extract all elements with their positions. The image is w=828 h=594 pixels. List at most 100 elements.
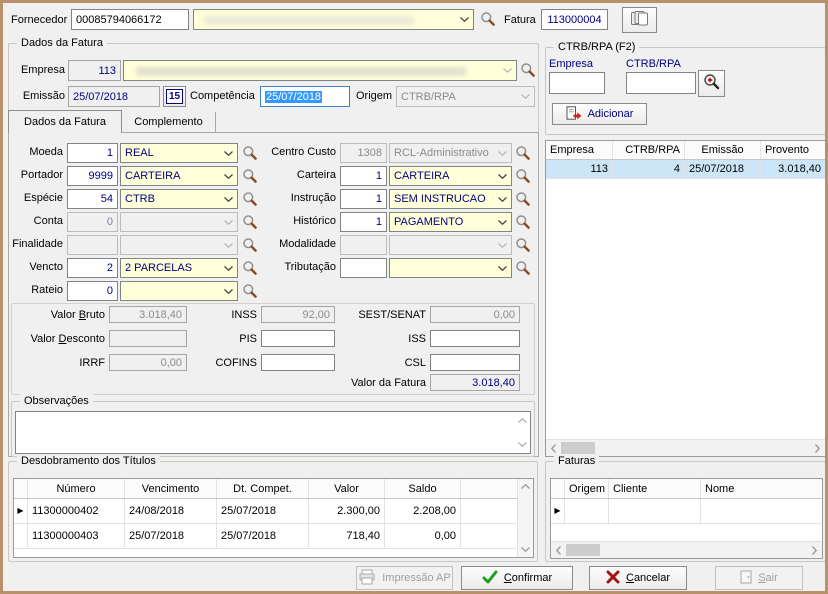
tab-complemento[interactable]: Complemento — [122, 112, 216, 132]
chevron-down-icon[interactable] — [221, 260, 236, 276]
search-icon[interactable] — [242, 283, 258, 299]
pis-input[interactable] — [261, 330, 335, 347]
ctrb-search-button[interactable] — [698, 70, 725, 97]
historico-code-input[interactable]: 1 — [340, 212, 387, 232]
moeda-combo[interactable]: REAL — [120, 143, 238, 163]
ctrb-empresa-input[interactable] — [549, 72, 605, 94]
ctrb-ctrb-input[interactable] — [626, 72, 696, 94]
instrucao-combo[interactable]: SEM INSTRUCAO — [389, 189, 512, 209]
desdobramento-table: Número Vencimento Dt. Compet. Valor Sald… — [13, 478, 534, 558]
scrollbar-thumb[interactable] — [566, 544, 600, 556]
scrollbar-thumb[interactable] — [561, 442, 595, 454]
impressao-ap-label: Impressão AP — [382, 572, 450, 584]
search-icon[interactable] — [520, 62, 536, 78]
col-vencimento[interactable]: Vencimento — [125, 479, 217, 498]
scroll-left-icon[interactable] — [551, 543, 566, 558]
col-numero[interactable]: Número — [28, 479, 125, 498]
scroll-right-icon[interactable] — [807, 543, 822, 558]
table-row[interactable]: ▶ — [551, 499, 822, 524]
scroll-up-icon[interactable] — [515, 413, 530, 428]
table-row[interactable]: ▶ 11300000402 24/08/2018 25/07/2018 2.30… — [14, 499, 533, 524]
cell-nome — [701, 499, 822, 523]
impressao-ap-button[interactable]: Impressão AP — [356, 566, 453, 590]
chevron-down-icon[interactable] — [495, 191, 510, 207]
chevron-down-icon[interactable] — [457, 11, 472, 28]
observacoes-textarea[interactable] — [15, 411, 531, 454]
especie-code-input[interactable]: 54 — [67, 189, 118, 209]
fornecedor-code-input[interactable]: 00085794066172 — [71, 9, 189, 30]
horizontal-scrollbar[interactable] — [551, 541, 822, 558]
table-row[interactable]: 11300000403 25/07/2018 25/07/2018 718,40… — [14, 524, 533, 549]
search-icon[interactable] — [515, 214, 531, 230]
cancelar-button[interactable]: Cancelar — [589, 566, 687, 590]
faturas-group: Faturas Origem Cliente Nome ▶ — [545, 461, 826, 562]
vencto-combo[interactable]: 2 PARCELAS — [120, 258, 238, 278]
vencto-code-input[interactable]: 2 — [67, 258, 118, 278]
col-valor[interactable]: Valor — [309, 479, 385, 498]
tributacao-code-input[interactable] — [340, 258, 387, 278]
search-icon[interactable] — [515, 237, 531, 253]
redacted-text — [204, 16, 414, 25]
col-origem[interactable]: Origem — [565, 479, 609, 498]
chevron-down-icon[interactable] — [221, 145, 236, 161]
portador-code-input[interactable]: 9999 — [67, 166, 118, 186]
scroll-down-icon[interactable] — [515, 437, 530, 452]
carteira-code-input[interactable]: 1 — [340, 166, 387, 186]
fornecedor-name-combo[interactable] — [193, 9, 474, 30]
fatura-number-field[interactable]: 113000004 — [541, 9, 608, 30]
portador-combo[interactable]: CARTEIRA — [120, 166, 238, 186]
rateio-combo[interactable] — [120, 281, 238, 301]
adicionar-button[interactable]: Adicionar — [552, 103, 647, 125]
table-row[interactable]: 113 4 25/07/2018 3.018,40 — [546, 160, 825, 179]
carteira-combo[interactable]: CARTEIRA — [389, 166, 512, 186]
col-saldo[interactable]: Saldo — [385, 479, 461, 498]
valor-fatura-label: Valor da Fatura — [330, 377, 426, 390]
inss-label: INSS — [191, 309, 257, 322]
chevron-down-icon[interactable] — [495, 214, 510, 230]
col-nome[interactable]: Nome — [701, 479, 822, 498]
search-icon[interactable] — [515, 145, 531, 161]
cell-valor: 718,40 — [309, 524, 385, 548]
col-ctrb-rpa[interactable]: CTRB/RPA — [613, 141, 685, 159]
col-provento[interactable]: Provento — [761, 141, 825, 159]
search-icon[interactable] — [515, 168, 531, 184]
search-icon[interactable] — [515, 191, 531, 207]
moeda-code-input[interactable]: 1 — [67, 143, 118, 163]
value: 3.018,40 — [472, 377, 515, 389]
competencia-input[interactable]: 25/07/2018 — [260, 86, 350, 107]
tributacao-combo[interactable] — [389, 258, 512, 278]
rateio-code-input[interactable]: 0 — [67, 281, 118, 301]
sair-button[interactable]: Sair — [715, 566, 803, 590]
scroll-down-icon[interactable] — [518, 542, 533, 557]
chevron-down-icon[interactable] — [221, 283, 236, 299]
cofins-input[interactable] — [261, 354, 335, 371]
csl-input[interactable] — [430, 354, 520, 371]
col-dt-compet[interactable]: Dt. Compet. — [217, 479, 309, 498]
chevron-down-icon[interactable] — [221, 191, 236, 207]
chevron-down-icon[interactable] — [495, 168, 510, 184]
especie-combo[interactable]: CTRB — [120, 189, 238, 209]
redacted-text — [136, 67, 466, 76]
instrucao-code-input[interactable]: 1 — [340, 189, 387, 209]
scroll-right-icon[interactable] — [810, 441, 825, 456]
historico-combo[interactable]: PAGAMENTO — [389, 212, 512, 232]
confirmar-button[interactable]: Confirmar — [461, 566, 573, 590]
search-icon[interactable] — [515, 260, 531, 276]
valor-desconto-label: Valor Desconto — [13, 333, 105, 346]
col-cliente[interactable]: Cliente — [609, 479, 701, 498]
vertical-scrollbar[interactable] — [517, 479, 533, 557]
tab-dados-da-fatura[interactable]: Dados da Fatura — [8, 110, 122, 133]
scroll-up-icon[interactable] — [518, 479, 533, 494]
cell-vencimento: 24/08/2018 — [125, 499, 217, 523]
empresa-code-field: 113 — [68, 60, 121, 81]
valor-bruto-field: 3.018,40 — [109, 306, 187, 323]
search-icon[interactable] — [480, 11, 496, 27]
adicionar-label: Adicionar — [588, 108, 634, 120]
iss-input[interactable] — [430, 330, 520, 347]
calendar-button[interactable]: 15 — [163, 86, 186, 107]
chevron-down-icon[interactable] — [221, 168, 236, 184]
col-emissao[interactable]: Emissão — [685, 141, 761, 159]
col-empresa[interactable]: Empresa — [546, 141, 613, 159]
chevron-down-icon[interactable] — [495, 260, 510, 276]
copy-fatura-button[interactable] — [622, 7, 657, 33]
